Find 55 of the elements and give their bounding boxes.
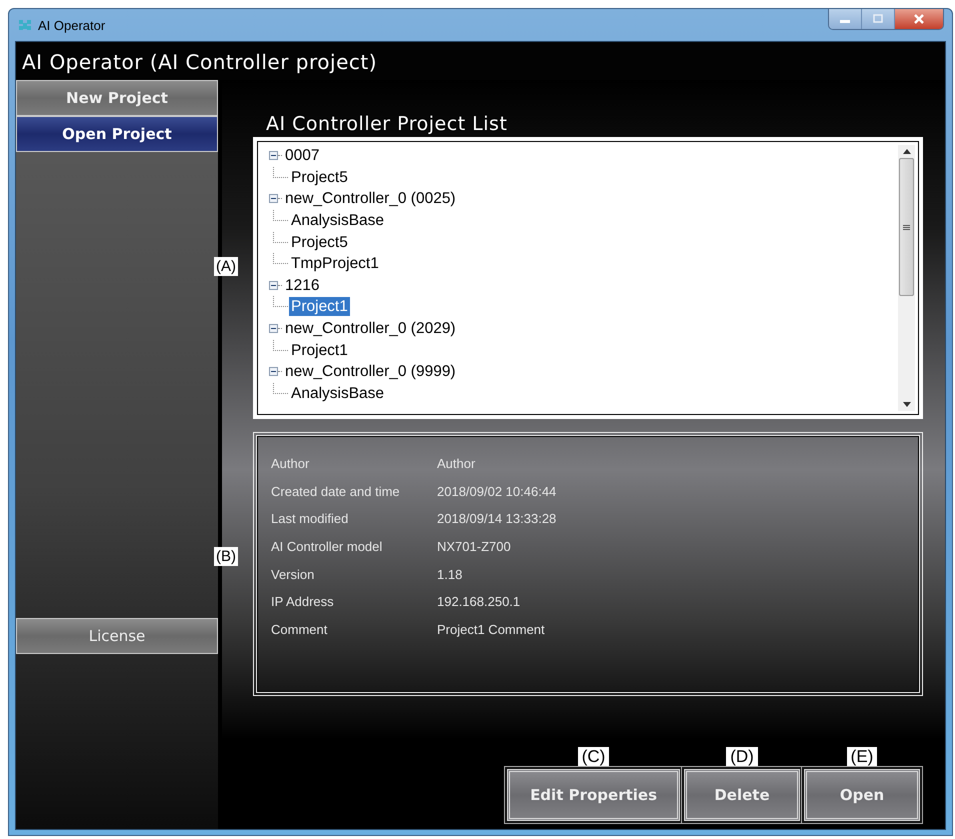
collapse-icon[interactable] xyxy=(269,151,278,160)
tree-item[interactable]: new_Controller_0 (2029) xyxy=(283,319,458,338)
tree-item[interactable]: Project1 xyxy=(289,340,350,360)
detail-value: Project1 Comment xyxy=(437,622,545,637)
tree-item[interactable]: TmpProject1 xyxy=(289,254,381,274)
minimize-button[interactable] xyxy=(829,9,862,29)
detail-label: Created date and time xyxy=(271,484,401,499)
detail-label: Version xyxy=(271,566,316,582)
callout-label: (A) xyxy=(214,257,238,276)
callout-label: (E) xyxy=(846,747,878,767)
collapse-icon[interactable] xyxy=(269,280,278,290)
callout-label: (D) xyxy=(726,747,758,767)
sidebar-item[interactable]: New Project xyxy=(16,80,218,116)
list-title: AI Controller Project List xyxy=(266,113,508,135)
action-button[interactable]: Edit Properties xyxy=(507,769,680,821)
action-button[interactable]: Open xyxy=(804,769,920,821)
tree-item[interactable]: 1216 xyxy=(283,276,322,295)
maximize-button[interactable] xyxy=(862,9,895,29)
callout-label: (B) xyxy=(214,547,238,566)
scroll-up-icon[interactable] xyxy=(902,149,910,154)
tree-item[interactable]: 0007 xyxy=(283,146,322,166)
detail-label: Last modified xyxy=(271,511,350,526)
detail-value: NX701-Z700 xyxy=(437,539,511,554)
tree-item[interactable]: Project1 xyxy=(289,297,350,316)
tree-item[interactable]: Project5 xyxy=(289,232,350,252)
collapse-icon[interactable] xyxy=(269,324,278,334)
app-icon xyxy=(17,17,33,33)
tree-item[interactable]: AnalysisBase xyxy=(289,384,386,403)
collapse-icon[interactable] xyxy=(269,367,278,376)
detail-value: 2018/09/14 13:33:28 xyxy=(437,511,556,526)
close-icon xyxy=(913,14,925,24)
license-button[interactable]: License xyxy=(16,618,218,654)
close-button[interactable] xyxy=(895,9,943,29)
scrollbar[interactable] xyxy=(898,145,915,411)
detail-value: 192.168.250.1 xyxy=(437,594,520,610)
detail-label: AI Controller model xyxy=(271,539,384,554)
tree-item[interactable]: Project5 xyxy=(289,168,350,187)
window-title: AI Operator xyxy=(38,18,106,32)
app-header: AI Operator (AI Controller project) xyxy=(21,49,378,76)
action-button[interactable]: Delete xyxy=(684,769,800,821)
maximize-icon xyxy=(872,14,884,24)
tree-item[interactable]: new_Controller_0 (9999) xyxy=(283,362,458,382)
scroll-thumb[interactable] xyxy=(899,158,914,296)
tree-item[interactable]: AnalysisBase xyxy=(289,211,386,230)
detail-value: 1.18 xyxy=(437,566,462,582)
callout-label: (C) xyxy=(578,747,610,767)
detail-label: IP Address xyxy=(271,594,335,610)
detail-value: 2018/09/02 10:46:44 xyxy=(437,484,556,499)
detail-label: Comment xyxy=(271,622,328,637)
detail-value: Author xyxy=(437,456,476,472)
collapse-icon[interactable] xyxy=(269,194,278,204)
sidebar-item[interactable]: Open Project xyxy=(16,116,218,152)
scroll-down-icon[interactable] xyxy=(902,402,910,407)
detail-label: Author xyxy=(271,456,310,472)
tree-item[interactable]: new_Controller_0 (0025) xyxy=(283,189,458,208)
